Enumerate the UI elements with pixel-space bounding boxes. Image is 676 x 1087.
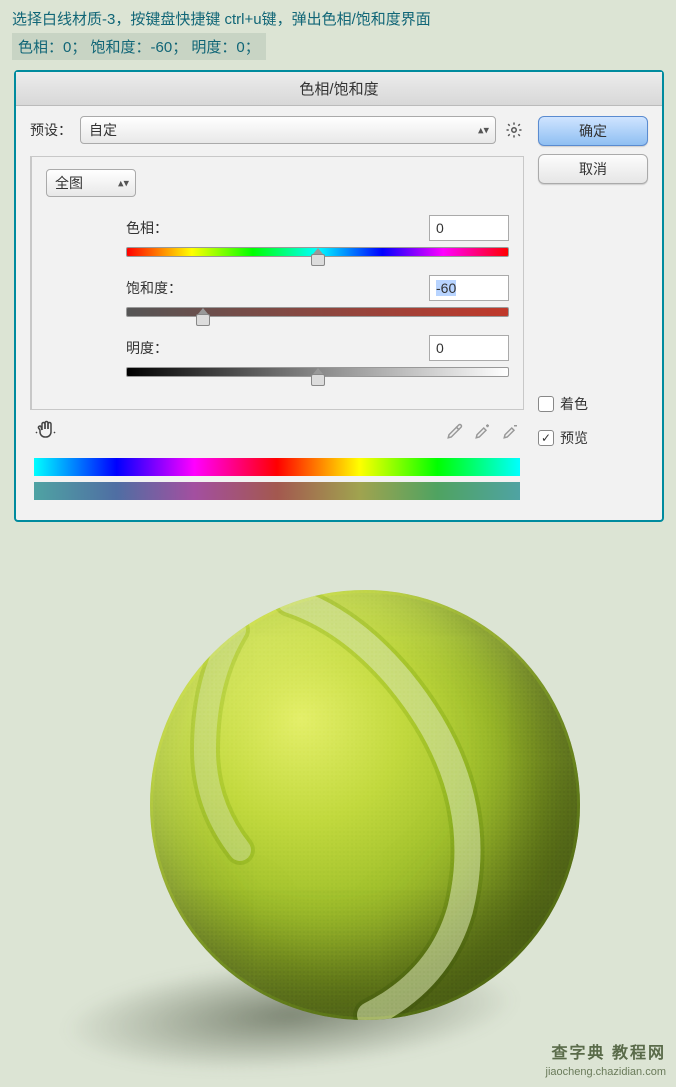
hue-input[interactable]: 0	[429, 215, 509, 241]
saturation-thumb[interactable]	[196, 314, 210, 326]
eyedropper-row	[30, 418, 524, 448]
hue-label: 色相：	[126, 218, 196, 238]
hue-saturation-dialog: 色相/饱和度 预设： 自定 ▴▾ 全图 ▴▾	[14, 70, 664, 522]
preset-row: 预设： 自定 ▴▾	[30, 116, 524, 144]
hue-slider[interactable]	[126, 247, 509, 257]
cancel-button[interactable]: 取消	[538, 154, 648, 184]
chevron-updown-icon: ▴▾	[118, 177, 129, 190]
saturation-label: 饱和度：	[126, 278, 196, 298]
watermark: 查字典 教程网 jiaocheng.chazidian.com	[546, 1044, 666, 1079]
preview-label: 预览	[560, 428, 588, 448]
lightness-label: 明度：	[126, 338, 196, 358]
colorize-checkbox-row[interactable]: 着色	[538, 394, 648, 414]
hue-thumb[interactable]	[311, 254, 325, 266]
preview-checkbox-row[interactable]: ✓ 预览	[538, 428, 648, 448]
scope-select[interactable]: 全图 ▴▾	[46, 169, 136, 197]
dialog-body: 预设： 自定 ▴▾ 全图 ▴▾ 色相：	[16, 106, 662, 520]
watermark-title: 查字典 教程网	[546, 1044, 666, 1065]
preset-label: 预设：	[30, 120, 72, 140]
chevron-updown-icon: ▴▾	[478, 124, 489, 137]
gear-icon[interactable]	[504, 120, 524, 140]
instruction-text: 选择白线材质-3，按键盘快捷键 ctrl+u键，弹出色相/饱和度界面	[0, 0, 676, 33]
lightness-thumb[interactable]	[311, 374, 325, 386]
lightness-input[interactable]: 0	[429, 335, 509, 361]
lightness-row: 明度： 0	[46, 335, 509, 361]
preset-select[interactable]: 自定 ▴▾	[80, 116, 496, 144]
saturation-slider[interactable]	[126, 307, 509, 317]
tennis-ball-illustration	[0, 570, 676, 1080]
colorize-label: 着色	[560, 394, 588, 414]
ok-button[interactable]: 确定	[538, 116, 648, 146]
eyedropper-icon[interactable]	[446, 422, 464, 445]
eyedropper-minus-icon[interactable]	[502, 422, 520, 445]
dialog-main: 预设： 自定 ▴▾ 全图 ▴▾ 色相：	[30, 116, 524, 506]
preset-value: 自定	[89, 120, 117, 140]
preview-checkbox[interactable]: ✓	[538, 430, 554, 446]
saturation-row: 饱和度： -60	[46, 275, 509, 301]
scope-value: 全图	[55, 173, 83, 193]
hand-scrubby-icon[interactable]	[34, 418, 58, 448]
eyedropper-plus-icon[interactable]	[474, 422, 492, 445]
lightness-slider[interactable]	[126, 367, 509, 377]
eyedropper-group	[446, 422, 520, 445]
colorize-checkbox[interactable]	[538, 396, 554, 412]
tennis-ball	[150, 590, 580, 1020]
ball-seam	[150, 590, 580, 1020]
hue-row: 色相： 0	[46, 215, 509, 241]
dialog-titlebar[interactable]: 色相/饱和度	[16, 72, 662, 106]
values-highlight: 色相：0； 饱和度：-60； 明度：0；	[12, 33, 266, 60]
dialog-side: 确定 取消 着色 ✓ 预览	[538, 116, 648, 506]
spectrum-after	[34, 482, 520, 500]
sliders-group: 全图 ▴▾ 色相： 0 饱和度： -60 明度：	[30, 156, 524, 410]
spectrum-before	[34, 458, 520, 476]
saturation-input[interactable]: -60	[429, 275, 509, 301]
watermark-url: jiaocheng.chazidian.com	[546, 1065, 666, 1079]
